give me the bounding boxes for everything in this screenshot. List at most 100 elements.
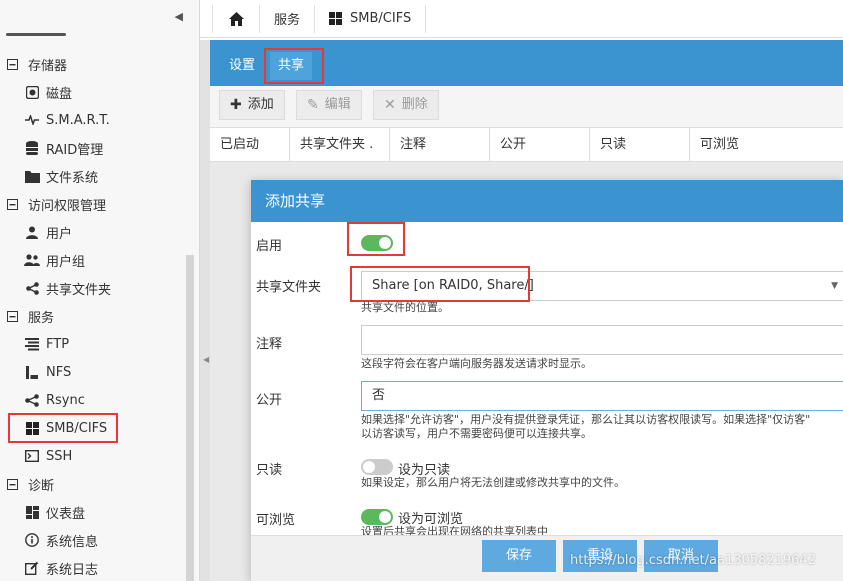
minus-square-icon bbox=[4, 56, 20, 72]
public-label: 公开 bbox=[256, 393, 283, 408]
pulse-icon bbox=[24, 112, 40, 128]
info-icon bbox=[24, 532, 40, 548]
sidebar-item-1[interactable]: 磁盘 bbox=[0, 78, 199, 106]
add-button[interactable]: ✚ 添加 bbox=[219, 90, 285, 120]
comment-input[interactable] bbox=[361, 325, 843, 355]
delete-button-label: 删除 bbox=[401, 97, 428, 112]
nfs-icon bbox=[24, 364, 40, 380]
panel-splitter[interactable]: ◀ bbox=[200, 40, 210, 581]
minus-square-icon bbox=[4, 308, 20, 324]
chevron-down-icon: ▼ bbox=[831, 281, 838, 291]
edit-button-label: 编辑 bbox=[324, 97, 351, 112]
sidebar-item-15[interactable]: 诊断 bbox=[0, 470, 199, 498]
sidebar-item-7[interactable]: 用户组 bbox=[0, 246, 199, 274]
column-browsable[interactable]: 可浏览 bbox=[690, 128, 843, 162]
sidebar-item-label: 存储器 bbox=[28, 58, 68, 74]
sidebar-tree: 存储器磁盘 S.M.A.R.T. RAID管理文件系统访问权限管理用户用户组共享文件… bbox=[0, 50, 199, 581]
triangle-left-icon[interactable]: ◀ bbox=[175, 10, 183, 23]
column-public[interactable]: 公开 bbox=[490, 128, 590, 162]
save-button[interactable]: 保存 bbox=[482, 540, 556, 572]
sidebar-item-10[interactable]: FTP bbox=[0, 330, 199, 358]
sidebar-item-8[interactable]: 共享文件夹 bbox=[0, 274, 199, 302]
column-enabled[interactable]: 已启动 bbox=[210, 128, 290, 162]
user-icon bbox=[24, 224, 40, 240]
top-breadcrumb-bar: 服务 SMB/CIFS bbox=[200, 0, 843, 38]
shared-folder-label: 共享文件夹 bbox=[256, 280, 322, 295]
breadcrumb-smb[interactable]: SMB/CIFS bbox=[315, 4, 427, 33]
sidebar-item-label: 文件系统 bbox=[46, 170, 99, 186]
sidebar-item-label: 仪表盘 bbox=[46, 506, 86, 522]
sidebar-item-17[interactable]: 系统信息 bbox=[0, 526, 199, 554]
sidebar-item-label: 用户组 bbox=[46, 254, 86, 270]
users-icon bbox=[24, 252, 40, 268]
sidebar-item-label: 系统信息 bbox=[46, 534, 99, 550]
column-shared-folder[interactable]: 共享文件夹 . bbox=[290, 128, 390, 162]
sidebar-item-16[interactable]: 仪表盘 bbox=[0, 498, 199, 526]
sidebar-item-label: SSH bbox=[46, 448, 73, 464]
sidebar-item-label: 磁盘 bbox=[46, 86, 73, 102]
tab-settings[interactable]: 设置 bbox=[221, 52, 263, 80]
pencil-icon: ✎ bbox=[307, 97, 319, 113]
readonly-switch[interactable] bbox=[361, 459, 393, 475]
comment-label: 注释 bbox=[256, 337, 283, 352]
public-value: 否 bbox=[372, 388, 386, 403]
folder-icon bbox=[24, 168, 40, 184]
grid-toolbar: ✚ 添加 ✎ 编辑 ✕ 删除 bbox=[210, 86, 843, 128]
share-icon bbox=[24, 280, 40, 296]
shared-folder-hint: 共享文件的位置。 bbox=[361, 301, 449, 314]
sidebar-item-label: 服务 bbox=[28, 310, 55, 326]
minus-square-icon bbox=[4, 476, 20, 492]
sidebar-item-label: 访问权限管理 bbox=[28, 198, 107, 214]
sidebar-item-14[interactable]: SSH bbox=[0, 442, 199, 470]
column-comment[interactable]: 注释 bbox=[390, 128, 490, 162]
sidebar-item-18[interactable]: 系统日志 bbox=[0, 554, 199, 581]
browsable-label: 可浏览 bbox=[256, 513, 296, 528]
sidebar-item-12[interactable]: Rsync bbox=[0, 386, 199, 414]
public-select[interactable]: 否 bbox=[361, 381, 843, 411]
breadcrumb-smb-label: SMB/CIFS bbox=[350, 11, 412, 26]
terminal-icon bbox=[24, 448, 40, 464]
comment-hint: 这段字符会在客户端向服务器发送请求时显示。 bbox=[361, 357, 592, 370]
database-icon bbox=[24, 140, 40, 156]
sidebar-item-13[interactable]: SMB/CIFS bbox=[0, 414, 199, 442]
enable-switch[interactable] bbox=[361, 235, 393, 251]
sidebar-cutoff-item bbox=[6, 28, 66, 36]
add-share-dialog: 添加共享 启用 共享文件夹 Share [on RAID0, Share/] ▼… bbox=[251, 180, 843, 581]
sidebar-item-label: NFS bbox=[46, 364, 72, 380]
sidebar: ◀ 存储器磁盘 S.M.A.R.T. RAID管理文件系统访问权限管理用户用户组共享… bbox=[0, 0, 200, 581]
public-hint-line-2: 以访客读写，用户不需要密码便可以连接共享。 bbox=[361, 427, 592, 440]
column-readonly[interactable]: 只读 bbox=[590, 128, 690, 162]
public-hint-line-1: 如果选择"允许访客"，用户没有提供登录凭证，那么让其以访客权限读写。如果选择"仅… bbox=[361, 413, 811, 426]
shared-folder-select[interactable]: Share [on RAID0, Share/] ▼ bbox=[361, 271, 843, 301]
disk-icon bbox=[24, 84, 40, 100]
sidebar-item-11[interactable]: NFS bbox=[0, 358, 199, 386]
tab-shares[interactable]: 共享 bbox=[270, 52, 313, 80]
sidebar-item-0[interactable]: 存储器 bbox=[0, 50, 199, 78]
sidebar-item-label: 共享文件夹 bbox=[46, 282, 112, 298]
sidebar-item-label: 用户 bbox=[46, 226, 73, 242]
sidebar-item-label: 诊断 bbox=[28, 478, 55, 494]
breadcrumb-services[interactable]: 服务 bbox=[260, 4, 316, 33]
sidebar-item-9[interactable]: 服务 bbox=[0, 302, 199, 330]
sidebar-item-2[interactable]: S.M.A.R.T. bbox=[0, 106, 199, 134]
browsable-switch[interactable] bbox=[361, 509, 393, 525]
windows-icon bbox=[329, 12, 343, 25]
add-button-label: 添加 bbox=[247, 97, 274, 112]
dashboard-icon bbox=[24, 504, 40, 520]
sidebar-item-4[interactable]: 文件系统 bbox=[0, 162, 199, 190]
sidebar-item-5[interactable]: 访问权限管理 bbox=[0, 190, 199, 218]
shared-folder-value: Share [on RAID0, Share/] bbox=[372, 278, 534, 293]
home-button[interactable] bbox=[212, 4, 260, 33]
windows-icon bbox=[24, 420, 40, 436]
delete-button[interactable]: ✕ 删除 bbox=[373, 90, 439, 120]
minus-square-icon bbox=[4, 196, 20, 212]
sidebar-item-6[interactable]: 用户 bbox=[0, 218, 199, 246]
sidebar-item-3[interactable]: RAID管理 bbox=[0, 134, 199, 162]
edit-button[interactable]: ✎ 编辑 bbox=[296, 90, 362, 120]
sidebar-scrollbar[interactable] bbox=[186, 255, 194, 581]
sidebar-item-label: FTP bbox=[46, 336, 70, 352]
edit-icon bbox=[24, 560, 40, 576]
sidebar-item-label: SMB/CIFS bbox=[46, 420, 108, 436]
enable-label: 启用 bbox=[256, 239, 283, 254]
sidebar-item-label: Rsync bbox=[46, 392, 85, 408]
